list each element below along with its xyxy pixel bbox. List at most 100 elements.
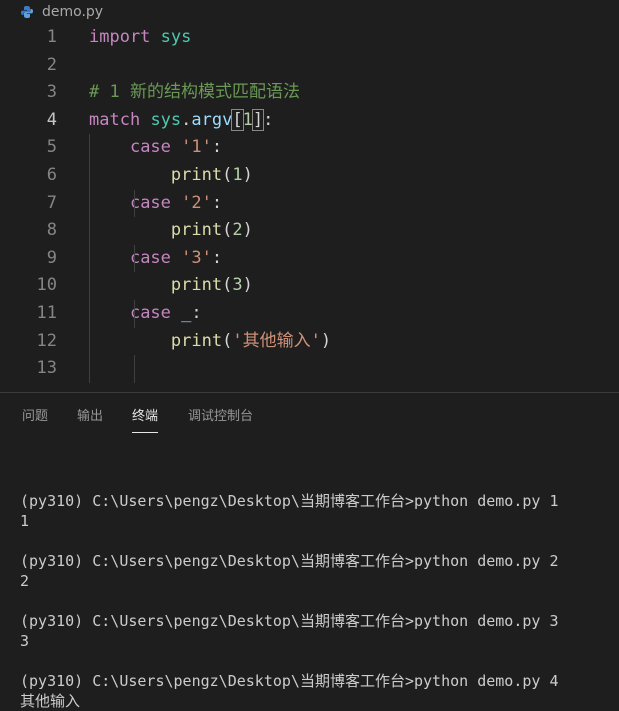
code-token: # 1 新的结构模式匹配语法 [89,82,300,103]
code-line[interactable]: 9 case '3': [0,245,619,273]
terminal-line: 2 [20,572,30,590]
terminal-line: (py310) C:\Users\pengz\Desktop\当期博客工作台>p… [20,672,559,690]
code-token: match [89,109,141,130]
indent-guide [134,244,135,273]
code-token: : [211,137,223,158]
code-token: case [129,137,171,158]
line-number: 5 [46,137,57,158]
code-token: print [170,330,223,351]
code-token: 2 [232,220,243,241]
terminal-line: 3 [20,632,30,650]
indent-guide [134,189,135,218]
code-text: match sys.argv[1]: [89,107,273,135]
line-number: 12 [36,330,57,351]
code-token: '2' [181,192,212,213]
terminal-output[interactable]: (py310) C:\Users\pengz\Desktop\当期博客工作台>p… [20,471,610,711]
line-number: 11 [36,303,57,323]
code-token: : [263,109,274,130]
code-text: print(3) [89,272,253,300]
code-token: ) [242,220,253,241]
code-token: case [129,303,171,323]
code-text: import sys [89,24,191,52]
code-token: : [191,303,202,323]
code-token: case [129,192,171,213]
code-token: sys [150,109,182,130]
terminal-line: (py310) C:\Users\pengz\Desktop\当期博客工作台>p… [20,492,559,510]
code-line[interactable]: 5 case '1': [0,134,619,162]
code-token: import [89,27,151,47]
code-line[interactable]: 4 match sys.argv[1]: [0,107,619,135]
code-token: ) [242,275,253,296]
code-line[interactable]: 13 [0,355,619,383]
breadcrumb[interactable]: demo.py [0,0,619,24]
code-token: ) [320,330,332,351]
code-line[interactable]: 8 print(2) [0,217,619,245]
code-line[interactable]: 10 print(3) [0,272,619,300]
code-line[interactable]: 11 case _: [0,300,619,328]
code-token: ) [242,165,253,185]
code-token: argv [191,109,233,130]
code-token: 1 [242,109,253,130]
code-text: case '2': [89,190,222,218]
code-text: # 1 新的结构模式匹配语法 [89,79,300,107]
line-number: 6 [46,165,57,185]
tab-output[interactable]: 输出 [77,405,103,424]
code-line[interactable]: 2 [0,52,619,80]
panel-tabs: 问题 输出 终端 调试控制台 [0,393,619,435]
code-token: _ [181,303,192,323]
code-token: ( [222,275,233,296]
code-token: 3 [232,275,243,296]
code-token: . [181,109,192,130]
code-token: : [211,192,223,213]
code-text: print('其他输入') [89,328,331,356]
tab-problems[interactable]: 问题 [22,405,48,424]
code-token: print [170,275,223,296]
code-token: 1 [232,165,243,185]
code-token: print [170,220,223,241]
code-text: case _: [89,300,202,328]
code-line[interactable]: 12 print('其他输入') [0,328,619,356]
bottom-panel: 问题 输出 终端 调试控制台 (py310) C:\Users\pengz\De… [0,392,619,710]
code-text: print(1) [89,162,253,190]
code-line[interactable]: 1 import sys [0,24,619,52]
line-number: 7 [46,192,57,213]
line-number: 10 [36,275,57,296]
terminal-line: 1 [20,512,30,530]
code-text: case '1': [89,134,222,162]
code-editor[interactable]: 1 import sys 2 3 # 1 新的结构模式匹配语法 4 match sys.ar… [0,24,619,392]
code-line[interactable]: 3 # 1 新的结构模式匹配语法 [0,79,619,107]
code-token: : [211,247,223,268]
line-number: 13 [36,358,57,379]
indent-guide [134,355,135,383]
tab-terminal[interactable]: 终端 [132,405,159,433]
code-token: '其他输入' [232,330,321,351]
indent-guide [89,134,90,383]
indent-guide [134,300,135,328]
code-token: '1' [181,137,212,158]
code-token: ] [251,108,265,131]
code-token: sys [160,27,192,47]
code-token: print [170,165,223,185]
line-number: 9 [46,247,57,268]
tab-debug-console[interactable]: 调试控制台 [188,405,253,424]
code-token: ( [222,220,233,241]
python-file-icon [20,5,34,19]
line-number: 2 [46,54,57,75]
code-line[interactable]: 6 print(1) [0,162,619,190]
code-token: [ [231,108,244,131]
terminal-line: (py310) C:\Users\pengz\Desktop\当期博客工作台>p… [20,612,559,630]
line-number: 1 [46,27,57,47]
code-line[interactable]: 7 case '2': [0,190,619,218]
file-name: demo.py [42,4,104,20]
